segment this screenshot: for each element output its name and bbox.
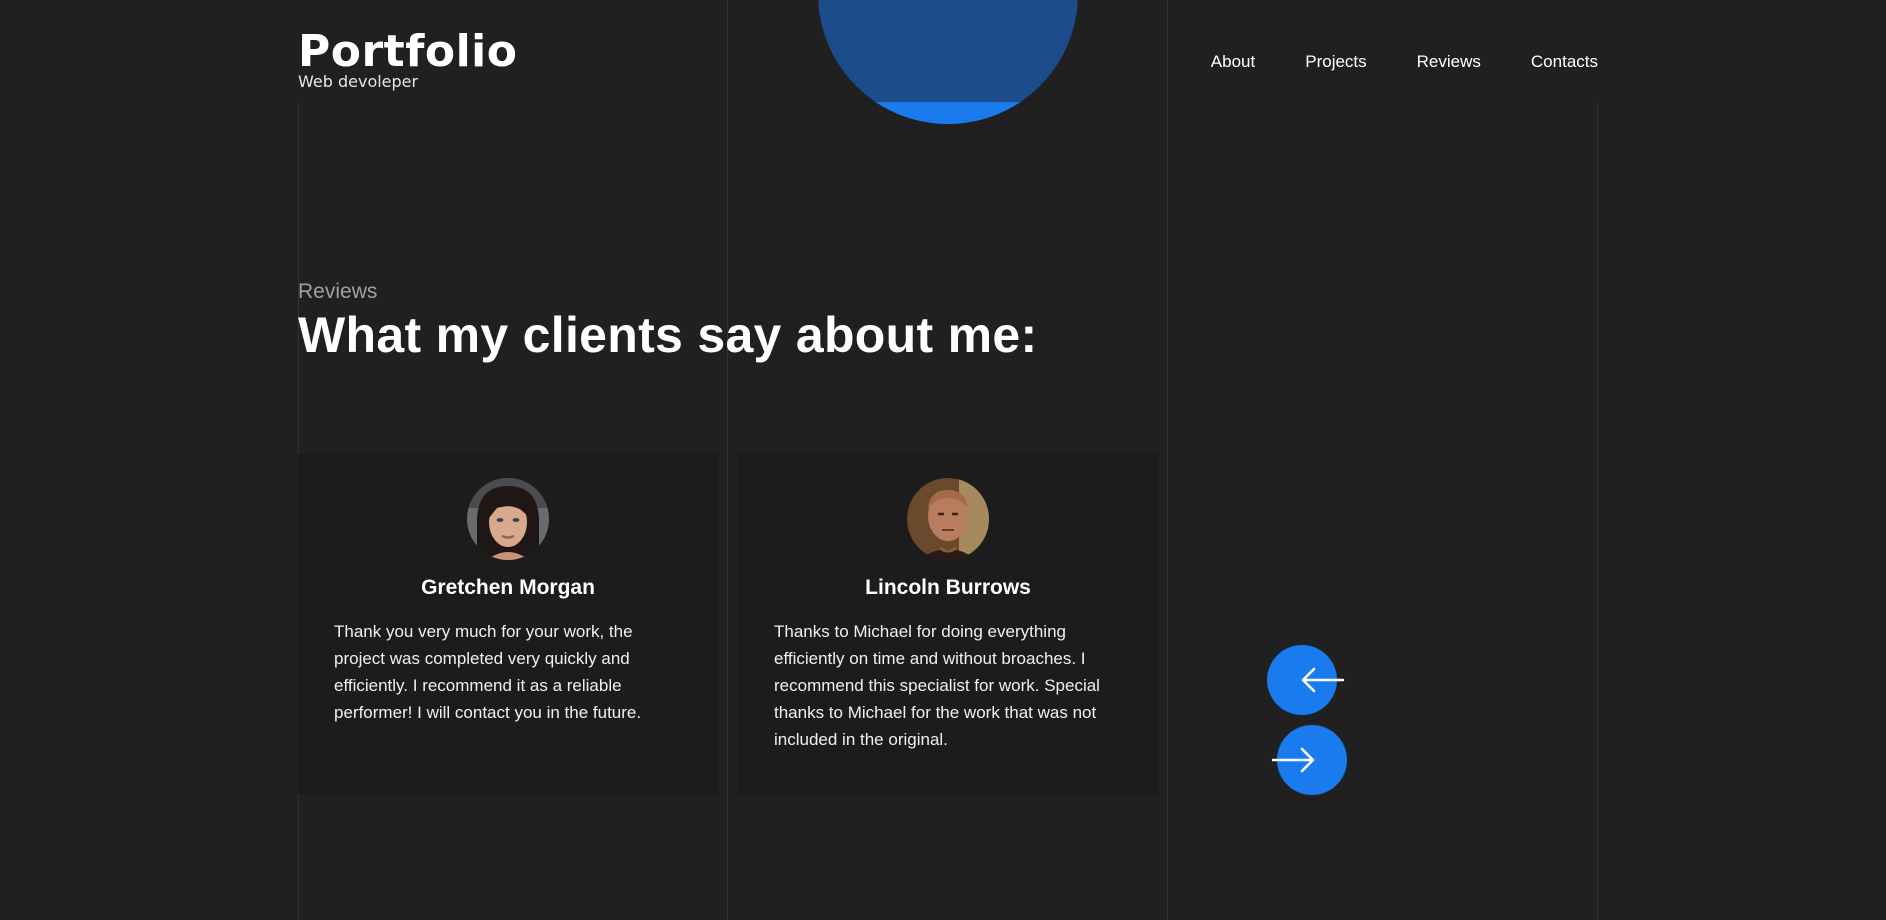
section-heading: What my clients say about me: — [298, 307, 1038, 363]
avatar-image — [907, 478, 989, 560]
grid-line — [1597, 102, 1598, 920]
arrow-left-icon — [1301, 667, 1345, 693]
grid-line — [727, 0, 728, 920]
nav-item-contacts[interactable]: Contacts — [1531, 52, 1598, 72]
woman-portrait-avatar — [467, 478, 549, 560]
site-title: Portfolio — [298, 26, 518, 77]
brand[interactable]: Portfolio Web devoleper — [298, 26, 518, 91]
review-text: Thanks to Michael for doing everything e… — [774, 622, 1100, 749]
grid-line — [1167, 0, 1168, 920]
reviewer-name: Gretchen Morgan — [421, 576, 595, 599]
reviewer-name: Lincoln Burrows — [865, 576, 1031, 599]
avatar-image — [467, 478, 549, 560]
next-review-button[interactable] — [1271, 725, 1347, 795]
review-text: Thank you very much for your work, the p… — [334, 622, 642, 722]
nav-item-reviews[interactable]: Reviews — [1417, 52, 1481, 72]
section-kicker: Reviews — [298, 280, 378, 303]
hero-circle-accent-band — [818, 102, 1078, 124]
arrow-right-icon — [1271, 747, 1315, 773]
review-card: Lincoln Burrows Thanks to Michael for do… — [738, 454, 1158, 794]
prev-review-button[interactable] — [1267, 645, 1345, 715]
page: Portfolio Web devoleper About Projects R… — [0, 0, 1886, 920]
nav-item-about[interactable]: About — [1211, 52, 1255, 72]
man-portrait-avatar — [907, 478, 989, 560]
main-nav: About Projects Reviews Contacts — [1211, 52, 1598, 72]
hero-circle-decoration — [818, 0, 1078, 124]
review-card: Gretchen Morgan Thank you very much for … — [298, 454, 718, 794]
nav-item-projects[interactable]: Projects — [1305, 52, 1366, 72]
